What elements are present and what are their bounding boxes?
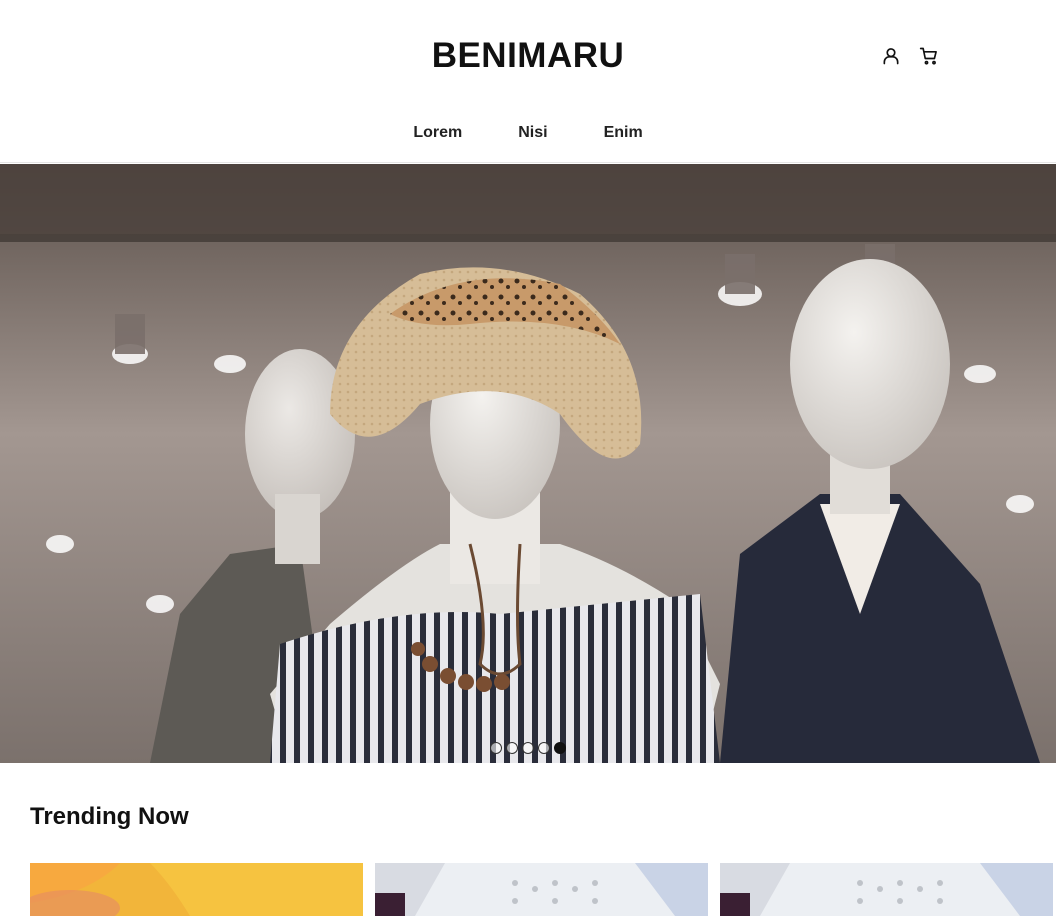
header-actions (880, 45, 940, 67)
carousel-dot-3[interactable] (522, 742, 534, 754)
carousel-dot-4[interactable] (538, 742, 550, 754)
carousel-dot-5[interactable] (554, 742, 566, 754)
account-icon[interactable] (880, 45, 902, 67)
product-card[interactable] (30, 863, 363, 916)
product-image (375, 863, 708, 916)
product-image (30, 863, 363, 916)
carousel-dot-1[interactable] (490, 742, 502, 754)
nav-item-nisi[interactable]: Nisi (518, 124, 547, 142)
site-header: BENIMARU Lorem Nisi Enim (0, 0, 1056, 163)
product-image (720, 863, 1053, 916)
carousel-dot-2[interactable] (506, 742, 518, 754)
product-card[interactable] (375, 863, 708, 916)
trending-cards (30, 863, 1053, 916)
main-nav: Lorem Nisi Enim (0, 124, 1056, 142)
nav-item-lorem[interactable]: Lorem (413, 124, 462, 142)
nav-item-enim[interactable]: Enim (604, 124, 643, 142)
trending-title: Trending Now (30, 803, 189, 830)
product-card[interactable] (720, 863, 1053, 916)
hero-carousel (0, 164, 1056, 763)
cart-icon[interactable] (918, 45, 940, 67)
hero-image (0, 164, 1056, 763)
carousel-dots (490, 742, 566, 754)
